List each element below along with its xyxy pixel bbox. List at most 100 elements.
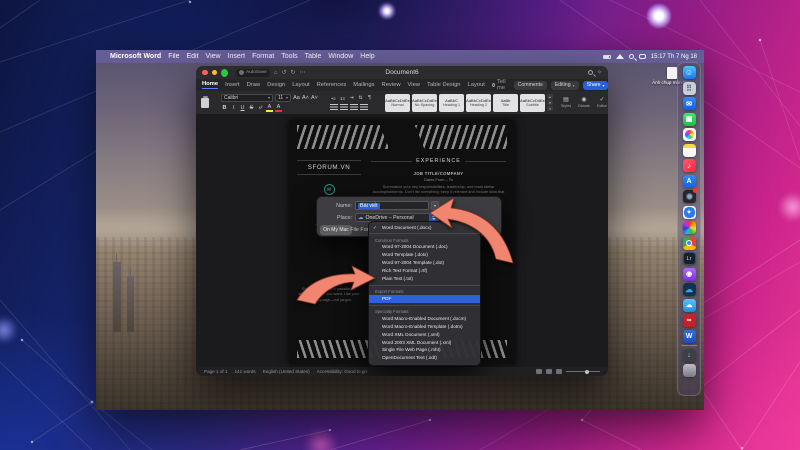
tab-layout-2[interactable]: Layout [468,82,485,88]
menu-help[interactable]: Help [360,53,374,60]
redo-icon[interactable]: ↻ [290,70,295,76]
italic-button[interactable] [230,104,237,112]
menu-insert[interactable]: Insert [228,53,246,60]
indent-button[interactable] [348,94,355,102]
menu-table[interactable]: Table [305,53,322,60]
styles-pane-button[interactable]: ▤Styles [559,97,573,108]
read-mode-icon[interactable] [536,369,542,374]
justify-button[interactable] [360,104,368,111]
language-indicator[interactable]: English (United States) [263,369,310,374]
word-count[interactable]: 141 words [235,369,256,374]
tab-insert[interactable]: Insert [225,82,240,88]
sort-button[interactable] [357,94,364,102]
dock-icon-podcasts[interactable] [683,268,696,281]
comments-button[interactable]: Comments [514,81,547,90]
menu-item-xml[interactable]: Word XML Document (.xml) [369,331,480,339]
style-no-spacing[interactable]: AaBbCcDdEeNo Spacing [412,94,437,112]
menu-item-txt[interactable]: Plain Text (.txt) [369,275,480,283]
zoom-slider[interactable] [566,371,600,372]
font-name-select[interactable]: Calibri▾ [221,94,273,102]
style-title[interactable]: AaBbTitle [493,94,518,112]
decrease-font-button[interactable]: A˅ [311,94,318,102]
gallery-expand-button[interactable]: ≡ [547,106,553,111]
dock-icon-photos[interactable] [683,128,696,141]
dictate-button[interactable]: ◉Dictate [577,97,591,108]
dock-icon-notes[interactable] [683,144,696,157]
tab-design[interactable]: Design [267,82,285,88]
dock-icon-media[interactable] [683,221,696,234]
dock-icon-chrome[interactable] [683,237,696,250]
menu-item-2003-xml[interactable]: Word 2003 XML Document (.xml) [369,339,480,347]
increase-font-button[interactable]: A˄ [302,94,309,102]
close-button[interactable] [202,70,208,76]
tab-table-design[interactable]: Table Design [427,82,461,88]
battery-icon[interactable] [603,55,611,59]
tab-references[interactable]: References [317,82,347,88]
sparkle-icon[interactable]: ✧ [597,70,602,76]
menu-tools[interactable]: Tools [281,53,297,60]
tab-view[interactable]: View [408,82,420,88]
share-button[interactable]: Share▾ [583,81,608,90]
dock-icon-launchpad[interactable] [683,82,696,95]
menu-edit[interactable]: Edit [186,53,198,60]
dock-icon-word[interactable] [683,330,696,343]
tab-draw[interactable]: Draw [247,82,261,88]
more-icon[interactable]: ⋯ [300,70,306,76]
menu-item-doc[interactable]: Word 97-2004 Document (.doc) [369,244,480,252]
dock-icon-mail[interactable] [683,97,696,110]
control-center-icon[interactable] [639,54,646,59]
web-layout-icon[interactable] [556,369,562,374]
menu-item-dot[interactable]: Word 97-2004 Template (.dot) [369,260,480,268]
superscript-button[interactable] [257,104,264,112]
menu-item-mht[interactable]: Single File Web Page (.mht) [369,347,480,355]
strikethrough-button[interactable] [248,104,255,112]
style-normal[interactable]: AaBbCcDdEeNormal [385,94,410,112]
menubar-clock[interactable]: 15:17 Th 7 Ng 18 [651,54,697,60]
menu-item-word-document[interactable]: Word Document (.docx) [369,224,480,232]
underline-button[interactable] [239,104,246,112]
dock-icon-acrobat[interactable] [683,314,696,327]
home-icon[interactable]: ⌂ [274,70,278,76]
page-indicator[interactable]: Page 1 of 1 [204,369,228,374]
editing-menu-button[interactable]: Editing▾ [551,81,579,90]
dock-icon-facetime[interactable] [683,113,696,126]
dock-icon-app-store[interactable] [683,175,696,188]
highlight-color-button[interactable] [266,104,273,112]
print-layout-icon[interactable] [546,369,552,374]
font-size-select[interactable]: 11▾ [275,94,291,102]
align-center-button[interactable] [340,104,348,111]
zoom-slider-knob[interactable] [585,370,589,374]
style-heading-2[interactable]: AaBbCcDdEeHeading 2 [466,94,491,112]
tab-mailings[interactable]: Mailings [353,82,374,88]
menu-window[interactable]: Window [328,53,353,60]
gallery-down-button[interactable]: ▾ [547,100,553,105]
expand-dialog-button[interactable]: ▾ [431,201,439,210]
dock-icon-downloads[interactable] [683,349,696,362]
bold-button[interactable] [221,104,228,112]
dock-icon-cloud-app[interactable] [683,299,696,312]
menu-item-rtf[interactable]: Rich Text Format (.rtf) [369,268,480,276]
gallery-up-button[interactable]: ▴ [547,94,553,99]
undo-icon[interactable]: ↺ [281,70,286,76]
bullets-button[interactable] [330,94,337,102]
autosave-toggle[interactable]: AutoSave [236,69,270,77]
paragraph-marks-button[interactable] [366,94,373,102]
numbering-button[interactable] [339,94,346,102]
dock-icon-onedrive[interactable] [683,283,696,296]
change-case-button[interactable] [293,94,300,102]
align-right-button[interactable] [350,104,358,111]
menu-view[interactable]: View [206,53,221,60]
menu-item-odt[interactable]: OpenDocument Text (.odt) [369,355,480,363]
align-left-button[interactable] [330,104,338,111]
menu-file[interactable]: File [168,53,179,60]
tell-me-button[interactable]: Tell me [492,79,507,91]
dock-icon-music[interactable] [683,159,696,172]
dock-icon-finder[interactable] [683,66,696,79]
wifi-icon[interactable] [616,54,624,59]
font-color-button[interactable] [275,104,282,112]
accessibility-status[interactable]: Accessibility: Good to go [317,369,367,374]
tab-layout[interactable]: Layout [292,82,309,88]
dock-icon-safari[interactable] [683,206,696,219]
style-heading-1[interactable]: AaBbCHeading 1 [439,94,464,112]
search-icon[interactable] [588,70,593,75]
